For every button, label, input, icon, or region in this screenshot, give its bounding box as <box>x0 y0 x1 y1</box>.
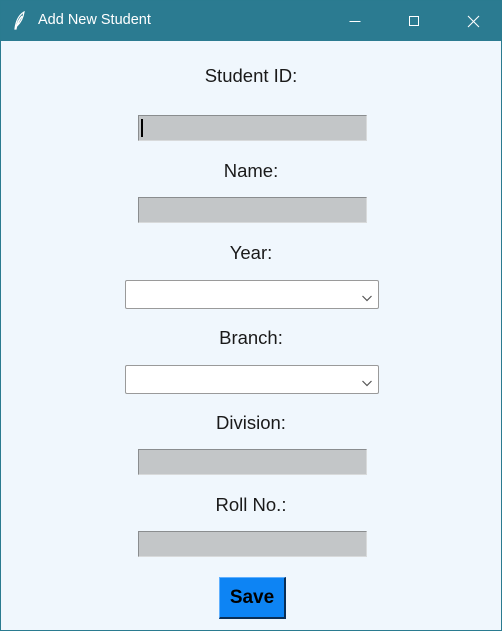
title-bar[interactable]: Add New Student <box>1 1 501 41</box>
close-icon <box>467 15 480 28</box>
maximize-icon <box>408 15 420 27</box>
division-input[interactable] <box>139 450 366 474</box>
save-button[interactable]: Save <box>219 577 286 619</box>
window-title: Add New Student <box>38 12 151 28</box>
student-id-input[interactable] <box>139 116 366 140</box>
add-student-window: Add New Student Student ID: Name: Year: … <box>0 0 502 631</box>
branch-label: Branch: <box>219 327 283 348</box>
student-id-field[interactable] <box>138 115 367 141</box>
name-input[interactable] <box>139 198 366 222</box>
minimize-button[interactable] <box>332 1 378 41</box>
division-field[interactable] <box>138 449 367 475</box>
division-label: Division: <box>216 412 286 433</box>
minimize-icon <box>349 15 361 27</box>
chevron-down-icon[interactable] <box>361 290 373 302</box>
student-id-label: Student ID: <box>204 65 298 86</box>
year-label: Year: <box>229 242 273 263</box>
form-area: Student ID: Name: Year: Branch: Division… <box>1 41 501 630</box>
name-field[interactable] <box>138 197 367 223</box>
feather-icon <box>13 10 27 31</box>
roll-no-label: Roll No.: <box>215 494 287 515</box>
name-label: Name: <box>223 160 279 181</box>
year-select[interactable] <box>125 280 379 309</box>
close-button[interactable] <box>450 1 496 41</box>
roll-no-field[interactable] <box>138 531 367 557</box>
branch-select[interactable] <box>125 365 379 394</box>
chevron-down-icon[interactable] <box>361 375 373 387</box>
roll-no-input[interactable] <box>139 532 366 556</box>
maximize-button[interactable] <box>391 1 437 41</box>
text-caret <box>141 119 143 137</box>
